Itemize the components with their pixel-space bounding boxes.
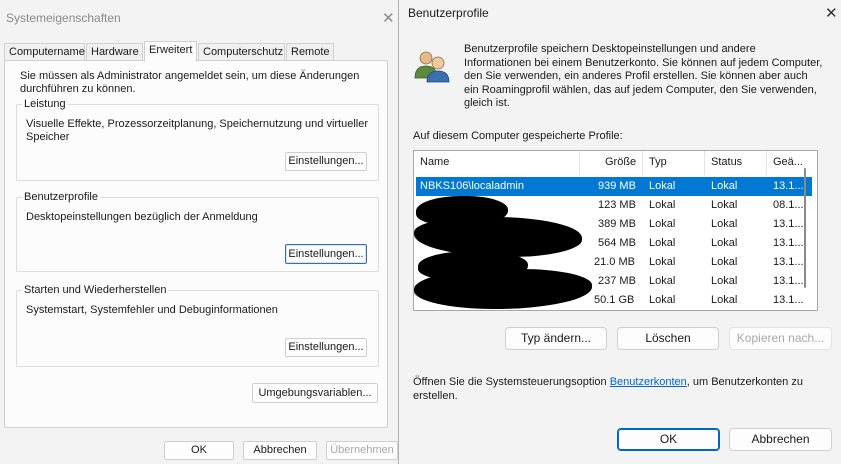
group-performance-title: Leistung <box>22 98 68 111</box>
ok-button[interactable]: OK <box>617 428 720 451</box>
column-header-type[interactable]: Typ <box>649 156 667 168</box>
row-status: Lokal <box>711 218 738 230</box>
profiles-list[interactable]: Name Größe Typ Status Geä... NBKS106\loc… <box>413 150 818 311</box>
row-type: Lokal <box>649 218 676 230</box>
user-profiles-settings-button[interactable]: Einstellungen... <box>285 244 367 264</box>
row-size: 564 MB <box>598 237 636 249</box>
row-changed: 08.1... <box>773 199 804 211</box>
column-header-name[interactable]: Name <box>420 156 449 168</box>
profiles-description: Benutzerprofile speichern Desktopeinstel… <box>464 43 823 109</box>
footer-text: Öffnen Sie die Systemsteuerungsoption Be… <box>413 376 803 402</box>
row-name: NBKS106\localadmin <box>420 180 524 192</box>
environment-variables-button[interactable]: Umgebungsvariablen... <box>252 383 378 403</box>
apply-button[interactable]: Übernehmen <box>326 441 398 460</box>
row-size: 939 MB <box>598 180 636 192</box>
row-type: Lokal <box>649 180 676 192</box>
column-header-changed[interactable]: Geä... <box>773 156 803 168</box>
row-type: Lokal <box>649 275 676 287</box>
tab-erweitert[interactable]: Erweitert <box>144 41 197 62</box>
row-changed: 13.1... <box>773 180 804 192</box>
tab-computerschutz[interactable]: Computerschutz <box>198 43 285 61</box>
tab-hardware[interactable]: Hardware <box>86 43 143 61</box>
list-scrollbar[interactable] <box>804 168 806 288</box>
group-performance-text: Visuelle Effekte, Prozessorzeitplanung, … <box>26 118 369 143</box>
window-title: Benutzerprofile <box>408 6 489 20</box>
user-profiles-dialog: Benutzerprofile ✕ Benutzerprofile speich… <box>398 0 841 464</box>
row-changed: 13.1... <box>773 275 804 287</box>
row-size: 237 MB <box>598 275 636 287</box>
change-type-button[interactable]: Typ ändern... <box>505 327 607 350</box>
column-header-size[interactable]: Größe <box>605 156 636 168</box>
row-changed: 13.1... <box>773 237 804 249</box>
row-size: 123 MB <box>598 199 636 211</box>
row-size: 21.0 MB <box>594 256 635 268</box>
row-type: Lokal <box>649 237 676 249</box>
ok-button[interactable]: OK <box>164 441 234 460</box>
startup-settings-button[interactable]: Einstellungen... <box>285 338 367 357</box>
profiles-list-label: Auf diesem Computer gespeicherte Profile… <box>413 130 623 142</box>
table-row[interactable]: NBKS106\localadmin 939 MB Lokal Lokal 13… <box>416 177 812 196</box>
tab-remote[interactable]: Remote <box>286 43 334 61</box>
row-status: Lokal <box>711 256 738 268</box>
close-icon[interactable]: ✕ <box>825 4 838 22</box>
group-user-profiles-text: Desktopeinstellungen bezüglich der Anmel… <box>26 211 258 223</box>
row-type: Lokal <box>649 294 676 306</box>
row-status: Lokal <box>711 275 738 287</box>
row-status: Lokal <box>711 180 738 192</box>
copy-to-button[interactable]: Kopieren nach... <box>729 327 832 350</box>
performance-settings-button[interactable]: Einstellungen... <box>285 152 367 171</box>
system-properties-dialog: Systemeigenschaften ✕ Computername Hardw… <box>0 0 400 464</box>
row-size: 389 MB <box>598 218 636 230</box>
row-type: Lokal <box>649 199 676 211</box>
row-changed: 13.1... <box>773 256 804 268</box>
users-icon <box>413 46 451 84</box>
row-changed: 13.1... <box>773 294 804 306</box>
row-status: Lokal <box>711 294 738 306</box>
group-user-profiles-title: Benutzerprofile <box>22 191 100 204</box>
group-startup-recovery-title: Starten und Wiederherstellen <box>22 284 169 297</box>
column-header-status[interactable]: Status <box>711 156 742 168</box>
cancel-button[interactable]: Abbrechen <box>243 441 317 460</box>
tab-computername[interactable]: Computername <box>4 43 85 61</box>
user-accounts-link[interactable]: Benutzerkonten <box>610 376 687 388</box>
admin-notice: Sie müssen als Administrator angemeldet … <box>20 70 360 95</box>
row-status: Lokal <box>711 237 738 249</box>
delete-button[interactable]: Löschen <box>617 327 719 350</box>
row-type: Lokal <box>649 256 676 268</box>
group-startup-recovery-text: Systemstart, Systemfehler und Debuginfor… <box>26 304 278 316</box>
row-changed: 13.1... <box>773 218 804 230</box>
row-size: 50.1 GB <box>594 294 635 306</box>
window-title: Systemeigenschaften <box>6 11 121 25</box>
row-status: Lokal <box>711 199 738 211</box>
cancel-button[interactable]: Abbrechen <box>729 428 832 451</box>
close-icon[interactable]: ✕ <box>382 9 395 27</box>
